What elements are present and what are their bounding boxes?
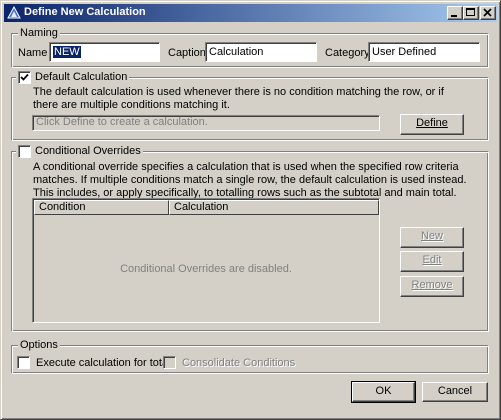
cancel-button[interactable]: Cancel	[422, 382, 488, 402]
default-calculation-checkbox[interactable]	[18, 70, 31, 84]
minimize-icon	[451, 15, 457, 17]
conditional-overrides-legend: Conditional Overrides	[16, 144, 143, 158]
consolidate-conditions-checkbox[interactable]	[163, 356, 176, 369]
dialog-window: Define New Calculation Naming Name NEW C…	[0, 0, 501, 420]
remove-override-button[interactable]: Remove	[400, 276, 464, 297]
default-calculation-label: Default Calculation	[35, 71, 128, 83]
edit-override-button[interactable]: Edit	[400, 251, 464, 272]
consolidate-conditions-label: Consolidate Conditions	[182, 356, 296, 369]
caption-field[interactable]: Calculation	[205, 42, 317, 62]
name-label: Name	[18, 47, 48, 59]
options-legend: Options	[18, 338, 60, 352]
app-icon	[7, 6, 21, 19]
default-calculation-legend: Default Calculation	[16, 70, 130, 84]
define-button-label: Define	[416, 117, 448, 129]
maximize-button[interactable]	[463, 6, 479, 20]
execute-totals-label: Execute calculation for totals	[36, 356, 177, 369]
conditional-overrides-label: Conditional Overrides	[35, 145, 141, 157]
conditional-overrides-checkbox[interactable]	[18, 144, 31, 158]
window-title: Define New Calculation	[24, 6, 146, 18]
execute-totals-checkbox[interactable]	[17, 356, 30, 369]
consolidate-conditions-option[interactable]: Consolidate Conditions	[163, 356, 295, 369]
checkmark-icon	[20, 73, 29, 81]
default-calculation-description: The default calculation is used whenever…	[33, 86, 444, 111]
close-button[interactable]	[480, 6, 496, 20]
name-field[interactable]: NEW	[49, 42, 160, 62]
execute-totals-option[interactable]: Execute calculation for totals	[17, 356, 176, 369]
remove-button-label: Remove	[411, 279, 453, 291]
column-header-calculation[interactable]: Calculation	[169, 200, 379, 215]
cancel-button-label: Cancel	[437, 385, 473, 397]
minimize-button[interactable]	[447, 6, 463, 20]
column-header-condition[interactable]: Condition	[34, 200, 169, 215]
category-label: Category	[325, 47, 370, 59]
edit-button-label: Edit	[422, 254, 442, 266]
maximize-icon	[466, 8, 475, 16]
default-calculation-expression[interactable]: Click Define to create a calculation.	[32, 115, 380, 131]
new-button-label: New	[420, 230, 443, 242]
category-field[interactable]: User Defined	[368, 42, 480, 62]
name-value: NEW	[53, 46, 81, 58]
close-icon	[483, 8, 492, 17]
ok-button[interactable]: OK	[351, 381, 416, 403]
caption-label: Caption	[168, 47, 206, 59]
conditional-overrides-list[interactable]: Condition Calculation Conditional Overri…	[32, 198, 380, 323]
empty-list-message: Conditional Overrides are disabled.	[120, 263, 292, 275]
title-bar[interactable]: Define New Calculation	[4, 4, 497, 22]
conditional-overrides-description: A conditional override specifies a calcu…	[33, 161, 467, 199]
ok-button-label: OK	[375, 385, 392, 397]
new-override-button[interactable]: New	[400, 227, 464, 248]
define-button[interactable]: Define	[400, 114, 464, 135]
naming-legend: Naming	[18, 26, 60, 40]
